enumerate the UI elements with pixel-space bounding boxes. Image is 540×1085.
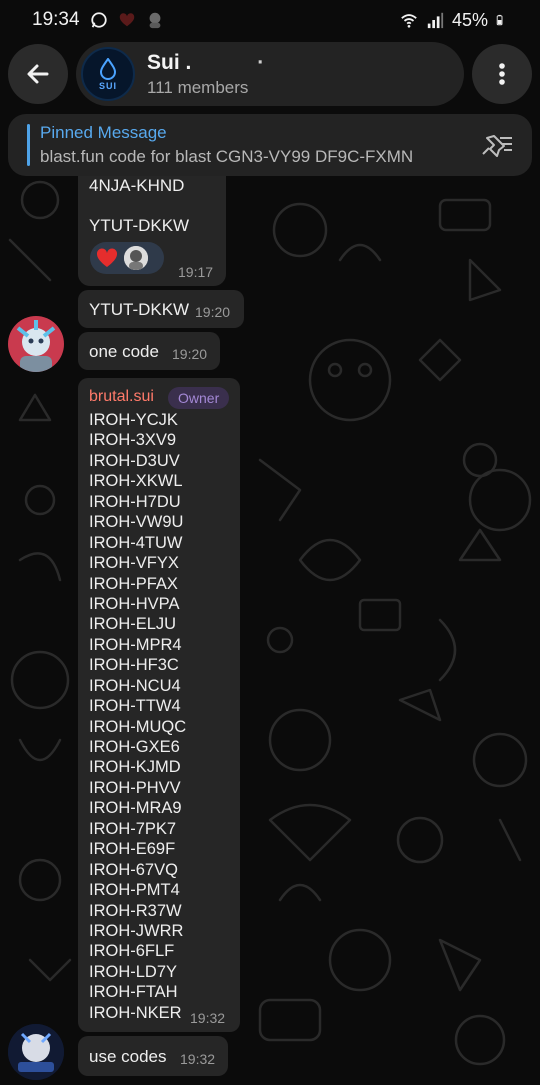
code-item[interactable]: IROH-6FLF [89, 941, 186, 961]
code-item[interactable]: IROH-H7DU [89, 492, 186, 512]
avatar-icon [149, 12, 160, 29]
code-item[interactable]: IROH-JWRR [89, 921, 186, 941]
code-item[interactable]: IROH-3XV9 [89, 430, 186, 450]
code-item[interactable]: IROH-VFYX [89, 553, 186, 573]
sender-avatar[interactable] [8, 316, 64, 372]
code-item[interactable]: IROH-VW9U [89, 512, 186, 532]
status-time: 19:34 [32, 9, 80, 30]
code-item[interactable]: IROH-KJMD [89, 757, 186, 777]
sender-avatar-image [8, 316, 64, 372]
pinned-text: blast.fun code for blast CGN3-VY99 DF9C-… [40, 147, 414, 166]
code-item[interactable]: IROH-GXE6 [89, 737, 186, 757]
status-bar: 19:34 45% [0, 0, 540, 40]
pin-list-icon[interactable] [480, 132, 514, 158]
message-time: 19:17 [178, 264, 214, 280]
code-item[interactable]: IROH-D3UV [89, 451, 186, 471]
more-options-button[interactable] [472, 44, 532, 104]
code-item[interactable]: IROH-PFAX [89, 574, 186, 594]
message-time: 19:32 [190, 1010, 226, 1026]
message-text: use codes [89, 1047, 167, 1066]
owner-avatar-image [8, 1024, 64, 1080]
code-item[interactable]: IROH-MUQC [89, 717, 186, 737]
message-time: 19:20 [172, 346, 208, 362]
back-button[interactable] [8, 44, 68, 104]
owner-avatar[interactable] [8, 1024, 64, 1080]
message-time: 19:32 [180, 1051, 216, 1067]
more-vertical-icon [499, 63, 505, 85]
whatsapp-icon [90, 12, 107, 28]
code-item[interactable]: IROH-PHVV [89, 778, 186, 798]
chat-title-text: Sui . [147, 50, 192, 74]
heart-icon [119, 13, 134, 27]
code-list: IROH-YCJK IROH-3XV9 IROH-D3UV IROH-XKWL IROH… [89, 410, 186, 1023]
heart-reaction-icon [96, 248, 118, 267]
message-bubble[interactable]: YTUT-DKKW 19:20 [78, 290, 244, 328]
member-count: 111 members [147, 77, 249, 97]
code-item[interactable]: IROH-R37W [89, 901, 186, 921]
code-item[interactable]: IROH-NKER [89, 1003, 186, 1023]
owner-badge: Owner [168, 387, 230, 409]
code-item[interactable]: IROH-TTW4 [89, 696, 186, 716]
message-time: 19:20 [195, 304, 231, 320]
code-item[interactable]: IROH-HVPA [89, 594, 186, 614]
code-item[interactable]: IROH-LD7Y [89, 962, 186, 982]
chat-title-wrap: Sui . · 111 members [147, 51, 264, 98]
message-bubble[interactable]: 4NJA-KHND YTUT-DKKW 19:17 [78, 160, 226, 286]
code-item[interactable]: IROH-4TUW [89, 533, 186, 553]
message-line: YTUT-DKKW [89, 216, 190, 235]
message-bubble[interactable]: use codes 19:32 [78, 1036, 228, 1076]
reactor-avatar [124, 246, 148, 270]
message-bubble[interactable]: one code 19:20 [78, 332, 220, 370]
reaction-pill[interactable] [90, 242, 164, 274]
code-item[interactable]: IROH-NCU4 [89, 676, 186, 696]
wifi-icon [401, 14, 417, 28]
code-item[interactable]: IROH-YCJK [89, 410, 186, 430]
group-avatar[interactable]: SUI [81, 47, 135, 101]
code-item[interactable]: IROH-ELJU [89, 614, 186, 634]
message-text: one code [89, 342, 159, 361]
message-bubble[interactable]: brutal.sui Owner IROH-YCJK IROH-3XV9 IROH-… [78, 378, 240, 1032]
battery-percent: 45% [451, 9, 488, 30]
signal-icon [427, 12, 444, 29]
pinned-title: Pinned Message [40, 123, 167, 142]
group-avatar-label: SUI [98, 80, 117, 91]
code-item[interactable]: IROH-MRA9 [89, 798, 186, 818]
code-item[interactable]: IROH-FTAH [89, 982, 186, 1002]
message-line: 4NJA-KHND [89, 176, 185, 195]
code-item[interactable]: IROH-E69F [89, 839, 186, 859]
reactor-avatar-icon [124, 246, 148, 270]
code-item[interactable]: IROH-7PK7 [89, 819, 186, 839]
chat-header: SUI Sui . · 111 members [0, 40, 540, 110]
code-item[interactable]: IROH-HF3C [89, 655, 186, 675]
chat-info[interactable]: SUI Sui . · 111 members [76, 42, 464, 106]
code-item[interactable]: IROH-XKWL [89, 471, 186, 491]
sender-name[interactable]: brutal.sui [89, 388, 154, 406]
status-right: 45% [400, 10, 508, 31]
chat-title: Sui . · [147, 51, 264, 75]
pinned-indicator [27, 124, 30, 166]
message-text: YTUT-DKKW [89, 300, 190, 319]
sui-drop-icon [99, 57, 117, 80]
chat-title-extra: · [257, 50, 265, 74]
code-item[interactable]: IROH-MPR4 [89, 635, 186, 655]
code-item[interactable]: IROH-67VQ [89, 860, 186, 880]
battery-icon [496, 14, 503, 26]
code-item[interactable]: IROH-PMT4 [89, 880, 186, 900]
arrow-left-icon [27, 64, 49, 84]
pinned-message[interactable]: Pinned Message blast.fun code for blast … [8, 114, 532, 176]
status-left: 19:34 [32, 9, 164, 31]
